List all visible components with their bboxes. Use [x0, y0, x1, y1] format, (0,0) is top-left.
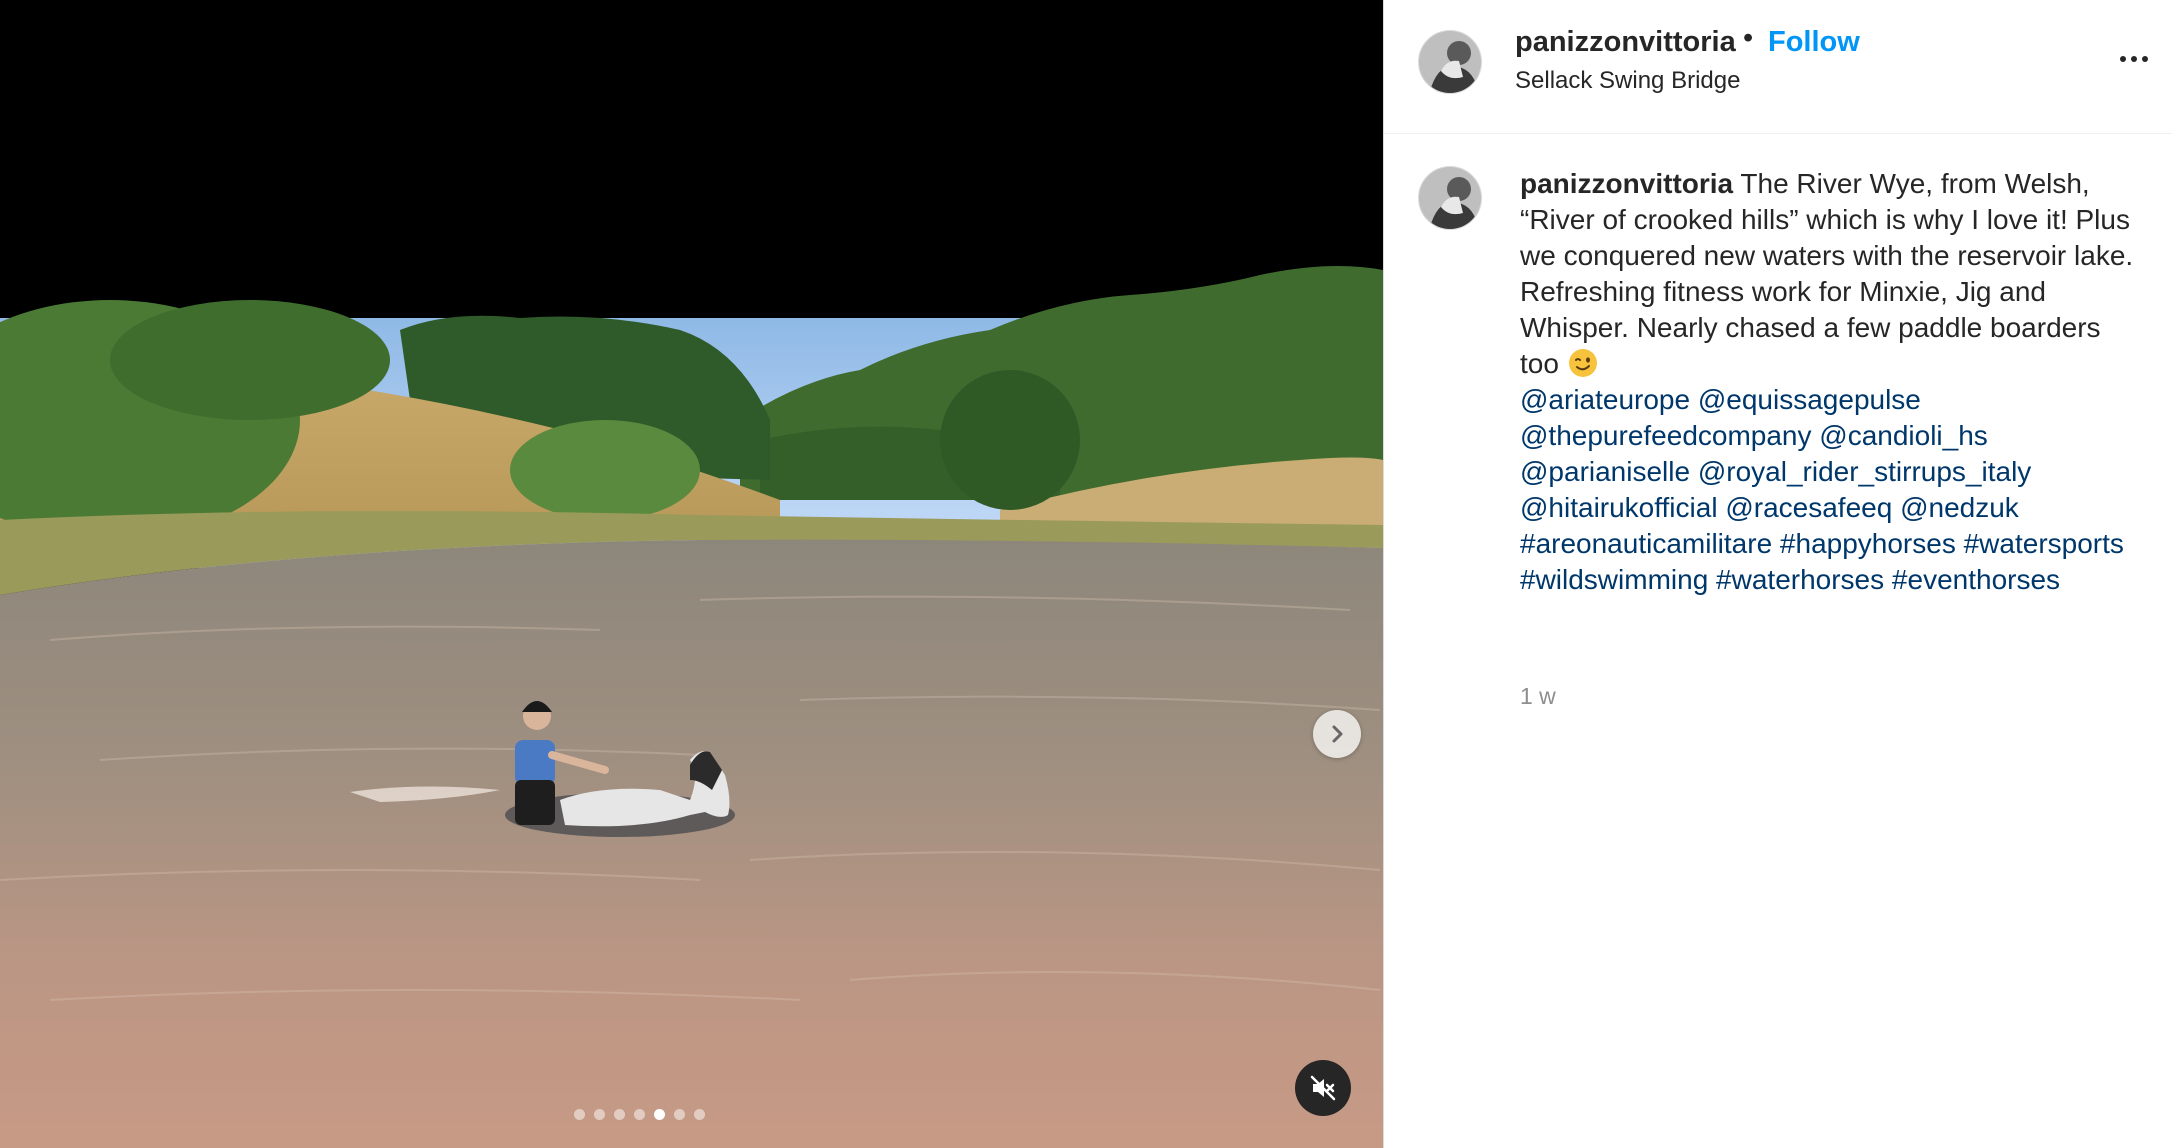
hashtag-link[interactable]: #happyhorses [1780, 528, 1956, 559]
mention-link[interactable]: @royal_rider_stirrups_italy [1698, 456, 2031, 487]
mention-link[interactable]: @nedzuk [1900, 492, 2019, 523]
hashtag-link[interactable]: #wildswimming [1520, 564, 1708, 595]
hashtag-link[interactable]: #eventhorses [1892, 564, 2060, 595]
caption-text-2: Refreshing fitness work for Minxie, Jig … [1520, 276, 2101, 379]
more-options-icon[interactable] [2120, 56, 2148, 62]
mention-link[interactable]: @racesafeeq [1725, 492, 1892, 523]
avatar[interactable] [1418, 30, 1482, 94]
caption-tags: @ariateurope @equissagepulse @thepurefee… [1520, 384, 2124, 595]
mention-link[interactable]: @parianiselle [1520, 456, 1690, 487]
post-media[interactable] [0, 0, 1383, 1148]
post-side-panel: panizzonvittoria • Follow Sellack Swing … [1383, 0, 2172, 1148]
mention-link[interactable]: @candioli_hs [1819, 420, 1988, 451]
winking-face-icon [1568, 349, 1597, 377]
mention-link[interactable]: @equissagepulse [1698, 384, 1921, 415]
carousel-indicator [574, 1108, 705, 1120]
video-frame[interactable] [0, 0, 1383, 1148]
hashtag-link[interactable]: #areonauticamilitare [1520, 528, 1772, 559]
speaker-muted-icon [1310, 1075, 1336, 1101]
carousel-dot [674, 1108, 685, 1120]
carousel-dot [574, 1108, 585, 1120]
post-timestamp[interactable]: 1 w [1520, 683, 1556, 710]
mute-toggle-button[interactable] [1295, 1060, 1351, 1116]
hashtag-link[interactable]: #waterhorses [1716, 564, 1884, 595]
carousel-dot [594, 1108, 605, 1120]
mention-link[interactable]: @ariateurope [1520, 384, 1690, 415]
carousel-dot [634, 1108, 645, 1120]
post-author-username[interactable]: panizzonvittoria [1515, 26, 1736, 59]
carousel-dot [694, 1108, 705, 1120]
carousel-dot [614, 1108, 625, 1120]
mention-link[interactable]: @hitairukofficial [1520, 492, 1718, 523]
post-header: panizzonvittoria • Follow Sellack Swing … [1384, 0, 2172, 134]
chevron-right-icon [1332, 725, 1343, 743]
mention-link[interactable]: @thepurefeedcompany [1520, 420, 1812, 451]
hashtag-link[interactable]: #watersports [1964, 528, 2124, 559]
caption-avatar[interactable] [1418, 166, 1482, 230]
carousel-dot [654, 1108, 665, 1120]
post-caption: panizzonvittoria The River Wye, from Wel… [1520, 166, 2140, 598]
follow-button[interactable]: Follow [1768, 26, 1860, 59]
next-slide-button[interactable] [1313, 710, 1361, 758]
caption-username[interactable]: panizzonvittoria [1520, 168, 1733, 199]
post-location[interactable]: Sellack Swing Bridge [1515, 67, 1740, 95]
header-separator: • [1743, 22, 1754, 54]
